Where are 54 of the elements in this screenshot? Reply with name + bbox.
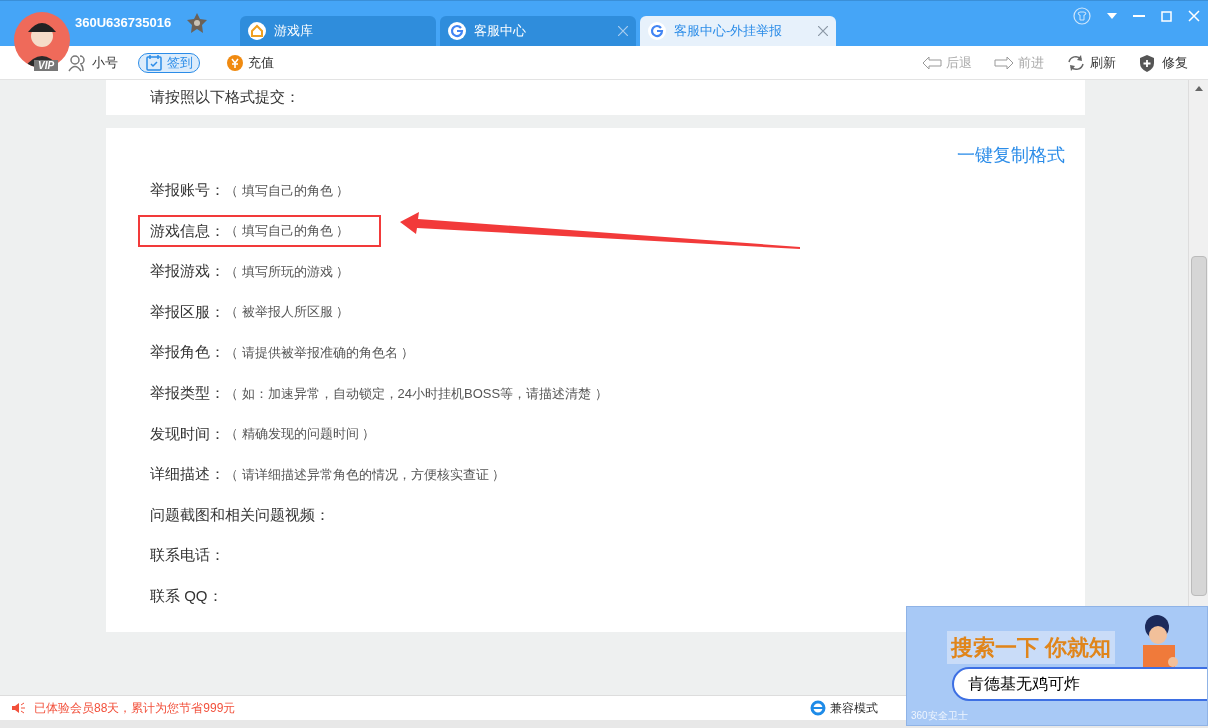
field-label: 发现时间： (150, 423, 225, 444)
ie-icon (810, 700, 826, 716)
field-hint: （ 精确发现的问题时间 ） (225, 425, 376, 444)
browser-tab[interactable]: 客服中心-外挂举报 (640, 16, 836, 46)
field-label: 联系 QQ： (150, 586, 223, 606)
vip-badge: VIP (34, 60, 59, 71)
heading-text: 请按照以下格式提交： (150, 87, 300, 108)
skin-icon[interactable] (1073, 7, 1091, 25)
compat-mode-button[interactable]: 兼容模式 (830, 699, 878, 717)
user-name: 360U636735016 (75, 14, 172, 33)
field-label: 详细描述： (150, 464, 225, 485)
ad-search-field[interactable]: 肯德基无鸡可炸 (952, 667, 1207, 701)
recharge-button[interactable]: 充值 (226, 52, 274, 73)
field-hint: （ 被举报人所区服 ） (225, 303, 350, 322)
g-logo-icon (448, 22, 466, 40)
field-label: 举报类型： (150, 383, 225, 403)
field-label: 举报游戏： (150, 261, 225, 282)
field-label: 举报角色： (150, 342, 225, 363)
scrollbar-thumb[interactable] (1190, 256, 1207, 596)
dropdown-icon[interactable] (1107, 13, 1117, 19)
copy-format-link[interactable]: 一键复制格式 (957, 142, 1065, 169)
close-icon[interactable] (1188, 10, 1200, 22)
yen-coin-icon (226, 53, 244, 72)
ad-slogan: 搜索一下 你就知 (947, 631, 1116, 664)
field-label: 举报账号： (150, 180, 225, 201)
close-tab-icon[interactable] (818, 26, 828, 36)
field-hint: （ 填写自己的角色 ） (225, 222, 350, 241)
scroll-up-icon[interactable] (1194, 86, 1203, 91)
field-label: 联系电话： (150, 545, 225, 566)
field-label: 游戏信息： (150, 220, 225, 241)
browser-tab[interactable]: 客服中心 (440, 16, 636, 46)
medal-icon (187, 13, 208, 33)
maximize-icon[interactable] (1161, 10, 1172, 22)
field-label: 举报区服： (150, 301, 225, 322)
status-message: 已体验会员88天，累计为您节省999元 (34, 700, 236, 717)
refresh-icon (1066, 53, 1086, 72)
g-logo-icon (648, 22, 666, 40)
calendar-check-icon (145, 53, 163, 72)
check-in-button[interactable]: 签到 (138, 52, 200, 73)
alt-account-button[interactable]: 小号 (68, 52, 118, 73)
field-hint: （ 请详细描述异常角色的情况，方便核实查证 ） (225, 465, 506, 484)
browser-tab[interactable]: 游戏库 (240, 16, 436, 46)
speaker-icon (12, 702, 26, 714)
close-tab-icon[interactable] (618, 26, 628, 36)
house-icon (248, 22, 266, 40)
repair-button[interactable]: 修复 (1138, 52, 1188, 73)
field-hint: （ 请提供被举报准确的角色名 ） (225, 343, 415, 362)
people-icon (68, 53, 88, 72)
field-hint: （ 如：加速异常，自动锁定，24小时挂机BOSS等，请描述清楚 ） (225, 384, 608, 403)
ad-brand: 360安全卫士 (911, 709, 968, 723)
refresh-button[interactable]: 刷新 (1066, 52, 1116, 73)
field-label: 问题截图和相关问题视频： (150, 504, 330, 525)
field-hint: （ 填写所玩的游戏 ） (225, 262, 350, 281)
field-hint: （ 填写自己的角色 ） (225, 181, 350, 200)
